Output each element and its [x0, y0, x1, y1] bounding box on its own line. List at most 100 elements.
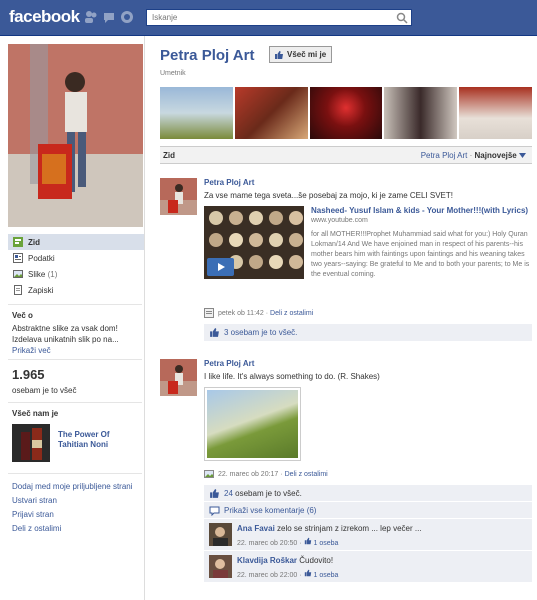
nav-label: Slike [28, 269, 46, 279]
divider [8, 359, 142, 360]
show-comments-row[interactable]: Prikaži vse komentarje (6) [204, 502, 532, 519]
about-text: Abstraktne slike za vsak dom! Izdelava u… [12, 324, 119, 355]
comment-author[interactable]: Ana Favai [237, 524, 275, 533]
search-input[interactable]: Iskanje [152, 13, 177, 22]
wall-filter[interactable]: Petra Ploj Art · Najnovejše [421, 151, 526, 160]
notifications-icon[interactable] [120, 10, 134, 24]
liked-pages-section: Všeč nam je The Power Of Tahitian Noni [12, 409, 140, 464]
friend-requests-icon[interactable] [84, 10, 98, 24]
liked-pages-title: Všeč nam je [12, 409, 59, 418]
photo-thumbnail[interactable] [160, 87, 233, 139]
likes-count: 1.965 [12, 367, 45, 382]
story-timestamp[interactable]: petek ob 11:42 [218, 310, 264, 317]
add-to-favorites-link[interactable]: Dodaj med moje priljubljene strani [12, 482, 140, 496]
story-avatar[interactable] [160, 178, 197, 215]
left-sidebar: Zid Podatki Slike (1) Zapiski Več o Abst… [0, 36, 145, 600]
story-body: Petra Ploj Art Za vse mame tega sveta...… [204, 178, 532, 342]
video-attachment: Nasheed- Yusuf Islam & kids - Your Mothe… [204, 206, 532, 304]
filter-sort[interactable]: Najnovejše [475, 151, 517, 160]
attached-photo [207, 390, 298, 458]
likes-link[interactable]: 3 osebam je to všeč. [224, 328, 297, 337]
comment: Ana Favai zelo se strinjam z izrekom ...… [204, 519, 532, 551]
comment-timestamp: 22. marec ob 20:50 [237, 540, 298, 547]
avatar-image [160, 178, 197, 215]
thumbs-up-icon [275, 50, 283, 59]
like-page-button[interactable]: Všeč mi je [269, 46, 333, 63]
wall-label: Zid [163, 150, 175, 160]
share-page-link[interactable]: Deli z ostalimi [12, 524, 140, 538]
photo-thumbnail[interactable] [309, 87, 383, 139]
photo-thumbnail[interactable] [234, 87, 308, 139]
nav-label: Zid [28, 237, 40, 247]
comment-body: Klavdija Roškar Čudovito! 22. marec ob 2… [237, 556, 338, 579]
story-author[interactable]: Petra Ploj Art [204, 178, 532, 187]
show-more-link[interactable]: Prikaži več [12, 346, 51, 355]
like-button-label: Všeč mi je [287, 50, 327, 59]
notes-icon [14, 285, 22, 295]
filter-page-link[interactable]: Petra Ploj Art [421, 151, 468, 160]
about-title: Več o [12, 311, 33, 320]
create-page-link[interactable]: Ustvari stran [12, 496, 140, 510]
comment-likes[interactable]: 1 oseba [304, 569, 339, 579]
comment-author[interactable]: Klavdija Roškar [237, 556, 297, 565]
comment-body: Ana Favai zelo se strinjam z izrekom ...… [237, 524, 422, 547]
noni-bottle-image [12, 424, 50, 462]
photos-count: (1) [47, 269, 58, 279]
liked-page-name[interactable]: The Power Of Tahitian Noni [58, 430, 138, 450]
liked-page-thumbnail[interactable] [12, 424, 50, 462]
facebook-logo[interactable]: facebook [9, 7, 80, 27]
photo-thumbnail[interactable] [384, 87, 458, 139]
wall-story: Petra Ploj Art Za vse mame tega sveta...… [160, 178, 532, 348]
share-link[interactable]: Deli z ostalimi [285, 471, 328, 478]
divider [8, 473, 142, 474]
nav-item-info[interactable]: Podatki [8, 250, 144, 266]
messages-icon[interactable] [102, 10, 116, 24]
chevron-down-icon[interactable] [519, 152, 526, 158]
comment-likes-count[interactable]: 1 oseba [314, 572, 339, 579]
story-timestamp[interactable]: 22. marec ob 20:17 [218, 471, 278, 478]
play-icon[interactable] [207, 258, 234, 276]
about-section: Več o Abstraktne slike za vsak dom! Izde… [12, 311, 140, 356]
wall-icon [13, 237, 23, 247]
search-box[interactable]: Iskanje [146, 9, 412, 26]
search-icon[interactable] [396, 12, 408, 24]
nav-item-photos[interactable]: Slike (1) [8, 266, 144, 282]
photo-thumbnail[interactable] [459, 87, 532, 139]
comment-text: Čudovito! [299, 556, 334, 565]
story-author[interactable]: Petra Ploj Art [204, 359, 532, 368]
divider [8, 304, 142, 305]
page-title: Petra Ploj Art [160, 47, 255, 64]
avatar-image [209, 523, 232, 546]
photos-icon [204, 470, 214, 478]
attachment-description: for all MOTHER!!!Prophet Muhammiad said … [311, 231, 530, 278]
top-bar: facebook Iskanje [0, 0, 537, 36]
story-message: I like life. It's always something to do… [204, 372, 380, 381]
photo-attachment[interactable] [204, 387, 301, 461]
attachment-title[interactable]: Nasheed- Yusuf Islam & kids - Your Mothe… [311, 206, 531, 216]
attachment-url[interactable]: www.youtube.com [311, 217, 531, 224]
story-message: Za vse mame tega sveta...še posebaj za m… [204, 191, 453, 200]
wall-story: Petra Ploj Art I like life. It's always … [160, 359, 532, 600]
video-thumbnail[interactable] [204, 206, 304, 279]
commenter-avatar[interactable] [209, 555, 232, 578]
comment-likes[interactable]: 1 oseba [304, 537, 339, 547]
nav-item-notes[interactable]: Zapiski [8, 282, 144, 298]
photos-icon [13, 270, 23, 278]
comment-likes-count[interactable]: 1 oseba [314, 540, 339, 547]
report-page-link[interactable]: Prijavi stran [12, 510, 140, 524]
comment: Klavdija Roškar Čudovito! 22. marec ob 2… [204, 551, 532, 583]
likes-row: 24 osebam je to všeč. [204, 485, 532, 502]
page-nav: Zid Podatki Slike (1) Zapiski [8, 234, 144, 298]
comment-meta: 22. marec ob 20:50 · 1 oseba [237, 537, 422, 547]
story-avatar[interactable] [160, 359, 197, 396]
commenter-avatar[interactable] [209, 523, 232, 546]
thumbs-up-icon [304, 569, 311, 577]
liked-page-item[interactable]: The Power Of Tahitian Noni [12, 424, 140, 464]
profile-picture[interactable] [8, 44, 143, 227]
nav-item-wall[interactable]: Zid [8, 234, 144, 250]
show-all-comments-link[interactable]: Prikaži vse komentarje (6) [224, 506, 316, 515]
likes-count-link[interactable]: 24 [224, 489, 233, 498]
thumbs-up-icon [304, 537, 311, 545]
share-link[interactable]: Deli z ostalimi [270, 310, 313, 317]
comment-text: zelo se strinjam z izrekom ... lep večer… [277, 524, 422, 533]
